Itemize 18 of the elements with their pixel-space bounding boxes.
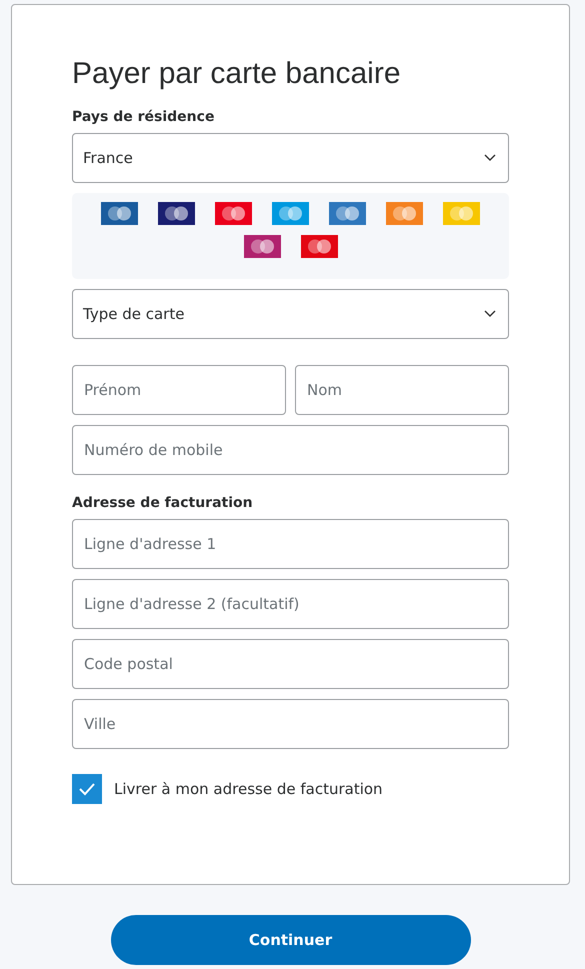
input-field[interactable]: Code postal	[72, 639, 509, 689]
section-label: Adresse de facturation	[72, 495, 254, 511]
field-label: Pays de résidence	[72, 109, 216, 125]
input-field[interactable]: Ligne d'adresse 1	[72, 519, 509, 569]
input-field[interactable]: Numéro de mobile	[72, 425, 509, 475]
input-field[interactable]: Nom	[295, 365, 509, 415]
checkmark-icon	[78, 782, 96, 796]
continue-button[interactable]: Continuer	[110, 915, 470, 965]
checkbox[interactable]	[72, 774, 102, 804]
input-field[interactable]: Ligne d'adresse 2 (facultatif)	[72, 579, 509, 629]
card-type-select[interactable]: Type de carte	[72, 289, 509, 339]
page-title: Payer par carte bancaire	[72, 57, 402, 91]
country-select[interactable]: France	[72, 133, 509, 183]
chevron-down-icon	[484, 310, 496, 318]
checkbox-label: Livrer à mon adresse de facturation	[114, 780, 383, 798]
input-field[interactable]: Prénom	[72, 365, 286, 415]
input-field[interactable]: Ville	[72, 699, 509, 749]
chevron-down-icon	[484, 154, 496, 162]
